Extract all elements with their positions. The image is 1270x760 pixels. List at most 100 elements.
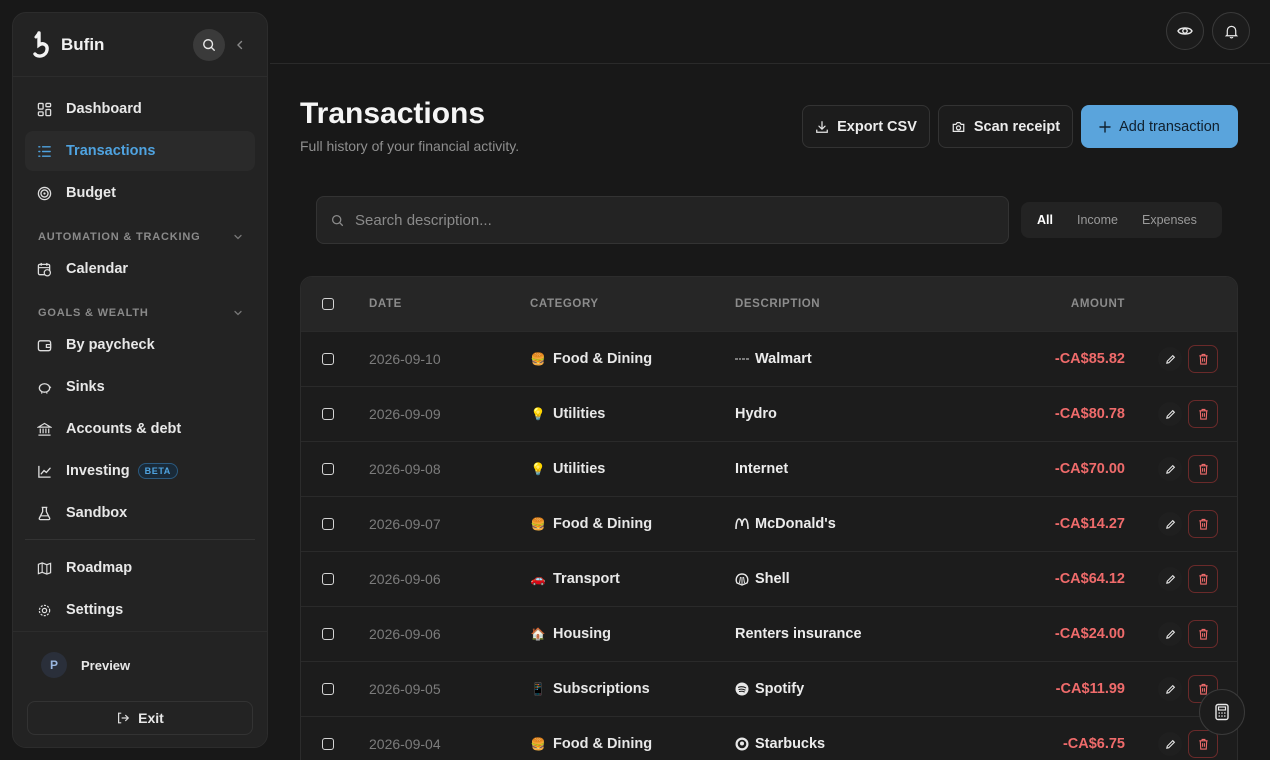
nav-transactions[interactable]: Transactions	[25, 131, 255, 171]
spotify-icon	[735, 682, 749, 696]
col-category[interactable]: CATEGORY	[530, 277, 599, 331]
edit-button[interactable]	[1158, 677, 1182, 701]
row-checkbox[interactable]	[322, 442, 334, 496]
edit-button[interactable]	[1158, 457, 1182, 481]
table-row[interactable]: 2026-09-06 🏠 Housing Renters insurance -…	[301, 606, 1237, 661]
camera-icon	[952, 121, 965, 132]
search-icon	[331, 214, 344, 226]
section-goals-wealth[interactable]: GOALS & WEALTH	[38, 307, 243, 319]
bank-icon	[37, 422, 52, 436]
row-actions	[1158, 552, 1218, 606]
row-checkbox[interactable]	[322, 552, 334, 606]
delete-button[interactable]	[1188, 345, 1218, 373]
nav-investing[interactable]: Investing BETA	[25, 451, 255, 491]
user-profile[interactable]: P Preview	[13, 632, 267, 678]
table-row[interactable]: 2026-09-04 🍔 Food & Dining Starbucks -CA…	[301, 716, 1237, 760]
delete-button[interactable]	[1188, 400, 1218, 428]
gear-icon	[38, 604, 51, 616]
row-checkbox[interactable]	[322, 717, 334, 760]
dashboard-icon	[37, 102, 52, 116]
section-automation-tracking[interactable]: AUTOMATION & TRACKING	[38, 231, 243, 243]
edit-button[interactable]	[1158, 402, 1182, 426]
row-checkbox[interactable]	[322, 387, 334, 441]
notifications-button[interactable]	[1212, 12, 1250, 50]
trash-icon	[1198, 738, 1208, 750]
nav-accounts-debt[interactable]: Accounts & debt	[25, 409, 255, 449]
nav-transactions-label: Transactions	[66, 143, 156, 159]
edit-button[interactable]	[1158, 347, 1182, 371]
delete-button[interactable]	[1188, 565, 1218, 593]
row-date: 2026-09-08	[369, 461, 441, 477]
nav-sinks[interactable]: Sinks	[25, 367, 255, 407]
delete-button[interactable]	[1188, 455, 1218, 483]
nav-investing-label: Investing	[66, 463, 130, 479]
calculator-button[interactable]	[1199, 689, 1245, 735]
nav-by-paycheck-label: By paycheck	[66, 337, 155, 353]
search-input[interactable]	[355, 211, 955, 229]
nav-by-paycheck[interactable]: By paycheck	[25, 325, 255, 365]
filter-all[interactable]: All	[1025, 206, 1065, 234]
table-header: DATE CATEGORY DESCRIPTION AMOUNT	[301, 277, 1237, 331]
visibility-toggle-button[interactable]	[1166, 12, 1204, 50]
row-category-label: Utilities	[553, 461, 606, 477]
search-box[interactable]	[316, 196, 1009, 244]
category-emoji-icon: 💡	[530, 407, 546, 421]
nav-sinks-label: Sinks	[66, 379, 105, 395]
sidebar: Bufin Dashboard Transactions Budget AUTO…	[12, 12, 268, 748]
trash-icon	[1198, 408, 1208, 420]
delete-button[interactable]	[1188, 730, 1218, 758]
delete-button[interactable]	[1188, 620, 1218, 648]
nav-calendar[interactable]: Calendar	[25, 249, 255, 289]
nav-sandbox[interactable]: Sandbox	[25, 493, 255, 533]
table-row[interactable]: 2026-09-07 🍔 Food & Dining McDonald's -C…	[301, 496, 1237, 551]
row-amount: -CA$70.00	[1054, 461, 1125, 477]
trash-icon	[1198, 518, 1208, 530]
export-csv-button[interactable]: Export CSV	[802, 105, 930, 148]
target-icon	[37, 186, 52, 200]
row-category: 🍔 Food & Dining	[530, 717, 653, 760]
nav-budget[interactable]: Budget	[25, 173, 255, 213]
row-checkbox[interactable]	[322, 607, 334, 661]
table-row[interactable]: 2026-09-09 💡 Utilities Hydro -CA$80.78	[301, 386, 1237, 441]
row-checkbox[interactable]	[322, 662, 334, 716]
filter-expenses[interactable]: Expenses	[1130, 206, 1209, 234]
add-transaction-button[interactable]: Add transaction	[1081, 105, 1238, 148]
table-row[interactable]: 2026-09-10 🍔 Food & Dining Walmart -CA$8…	[301, 331, 1237, 386]
edit-button[interactable]	[1158, 512, 1182, 536]
nav-dashboard[interactable]: Dashboard	[25, 89, 255, 129]
col-amount[interactable]: AMOUNT	[1071, 277, 1125, 331]
row-date: 2026-09-06	[369, 571, 441, 587]
row-checkbox[interactable]	[322, 332, 334, 386]
edit-button[interactable]	[1158, 567, 1182, 591]
exit-button[interactable]: Exit	[27, 701, 253, 735]
plus-icon	[1099, 120, 1111, 133]
filter-income[interactable]: Income	[1065, 206, 1130, 234]
nav-accounts-debt-label: Accounts & debt	[66, 421, 182, 437]
nav-roadmap[interactable]: Roadmap	[25, 548, 255, 588]
sidebar-search-button[interactable]	[193, 28, 225, 61]
edit-button[interactable]	[1158, 732, 1182, 756]
row-amount: -CA$24.00	[1054, 626, 1125, 642]
delete-button[interactable]	[1188, 510, 1218, 538]
scan-receipt-button[interactable]: Scan receipt	[938, 105, 1073, 148]
row-checkbox[interactable]	[322, 497, 334, 551]
brand-name: Bufin	[61, 34, 105, 54]
sidebar-header: Bufin	[13, 13, 267, 77]
add-transaction-label: Add transaction	[1119, 118, 1220, 135]
chart-line-icon	[38, 465, 51, 478]
edit-button[interactable]	[1158, 622, 1182, 646]
category-emoji-icon: 🍔	[530, 352, 546, 366]
table-row[interactable]: 2026-09-05 📱 Subscriptions Spotify -CA$1…	[301, 661, 1237, 716]
category-emoji-icon: 🚗	[530, 572, 546, 586]
nav-settings[interactable]: Settings	[25, 590, 255, 630]
select-all-checkbox[interactable]	[322, 277, 334, 331]
table-row[interactable]: 2026-09-06 🚗 Transport Shell -CA$64.12	[301, 551, 1237, 606]
logout-icon	[118, 712, 130, 724]
sidebar-collapse-button[interactable]	[229, 34, 251, 56]
col-date[interactable]: DATE	[369, 277, 402, 331]
table-row[interactable]: 2026-09-08 💡 Utilities Internet -CA$70.0…	[301, 441, 1237, 496]
col-description[interactable]: DESCRIPTION	[735, 277, 820, 331]
transactions-table: DATE CATEGORY DESCRIPTION AMOUNT 2026-09…	[300, 276, 1238, 760]
row-description: Shell	[735, 552, 790, 606]
top-bar	[270, 0, 1270, 64]
